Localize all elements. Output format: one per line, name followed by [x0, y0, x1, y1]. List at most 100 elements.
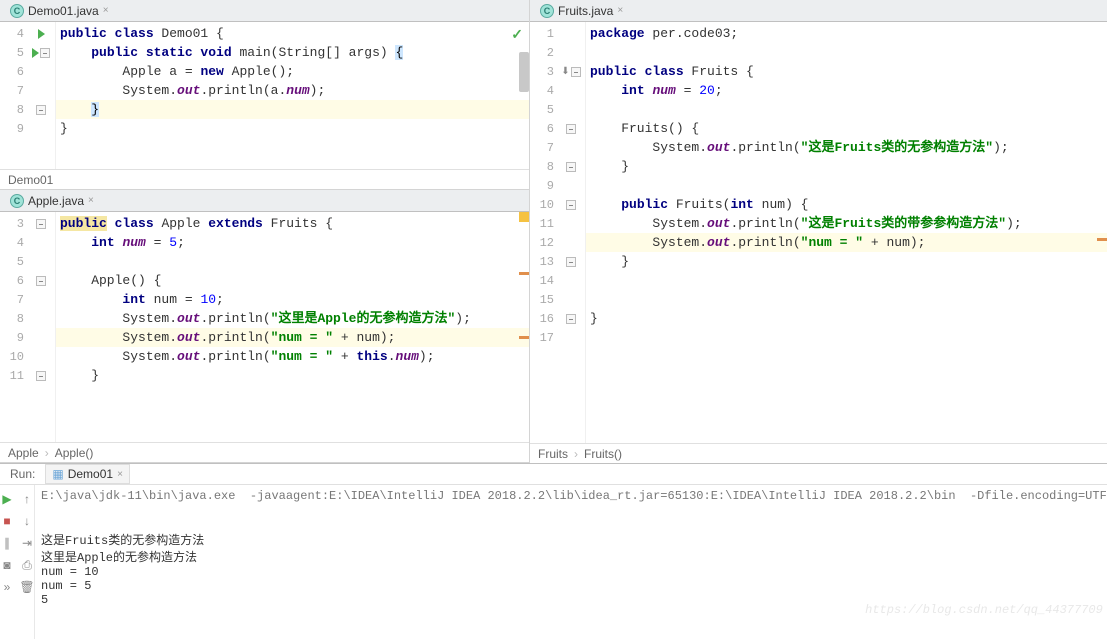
- code-line[interactable]: System.out.println(a.num);: [56, 81, 529, 100]
- override-icon[interactable]: ⬇: [561, 66, 569, 77]
- code-line[interactable]: int num = 20;: [586, 81, 1107, 100]
- line-number[interactable]: 15: [530, 293, 558, 307]
- tab-demo01[interactable]: C Demo01.java ×: [4, 2, 115, 20]
- code-line[interactable]: System.out.println("num = " + num);: [56, 328, 529, 347]
- code-line[interactable]: }: [586, 309, 1107, 328]
- tab-fruits[interactable]: C Fruits.java ×: [534, 2, 629, 20]
- gutter[interactable]: 123⬇4567891011121314151617: [530, 22, 586, 443]
- breadcrumb-item[interactable]: Apple(): [55, 446, 94, 460]
- breadcrumb[interactable]: Demo01: [0, 169, 529, 189]
- breadcrumb-item[interactable]: Fruits(): [584, 447, 622, 461]
- fold-icon[interactable]: [566, 124, 576, 134]
- code-line[interactable]: public Fruits(int num) {: [586, 195, 1107, 214]
- close-icon[interactable]: ×: [117, 469, 123, 480]
- line-number[interactable]: 17: [530, 331, 558, 345]
- line-number[interactable]: 12: [530, 236, 558, 250]
- code-view[interactable]: 456789 public class Demo01 { public stat…: [0, 22, 529, 169]
- line-number[interactable]: 5: [0, 255, 28, 269]
- line-number[interactable]: 10: [0, 350, 28, 364]
- code-line[interactable]: [586, 43, 1107, 62]
- code-line[interactable]: }: [56, 366, 529, 385]
- close-icon[interactable]: ×: [103, 5, 109, 16]
- line-number[interactable]: 9: [530, 179, 558, 193]
- breadcrumb[interactable]: Fruits › Fruits(): [530, 443, 1107, 463]
- fold-icon[interactable]: [36, 219, 46, 229]
- code-view[interactable]: 34567891011 public class Apple extends F…: [0, 212, 529, 442]
- code-area[interactable]: public class Apple extends Fruits { int …: [56, 212, 529, 442]
- code-view[interactable]: 123⬇4567891011121314151617 package per.c…: [530, 22, 1107, 443]
- code-line[interactable]: public class Fruits {: [586, 62, 1107, 81]
- line-number[interactable]: 4: [0, 27, 28, 41]
- line-number[interactable]: 9: [0, 331, 28, 345]
- code-line[interactable]: System.out.println("这里是Apple的无参构造方法");: [56, 309, 529, 328]
- line-number[interactable]: 13: [530, 255, 558, 269]
- line-number[interactable]: 5: [530, 103, 558, 117]
- console-output[interactable]: E:\java\jdk-11\bin\java.exe -javaagent:E…: [35, 485, 1107, 639]
- code-line[interactable]: }: [56, 100, 529, 119]
- code-line[interactable]: public static void main(String[] args) {: [56, 43, 529, 62]
- code-line[interactable]: [586, 100, 1107, 119]
- code-line[interactable]: Apple a = new Apple();: [56, 62, 529, 81]
- line-number[interactable]: 4: [530, 84, 558, 98]
- line-number[interactable]: 10: [530, 198, 558, 212]
- close-icon[interactable]: ×: [88, 195, 94, 206]
- run-config-tab[interactable]: ▦ Demo01 ×: [45, 464, 130, 484]
- error-stripe-mark[interactable]: [1097, 238, 1107, 241]
- code-line[interactable]: [586, 290, 1107, 309]
- code-line[interactable]: int num = 10;: [56, 290, 529, 309]
- tab-apple[interactable]: C Apple.java ×: [4, 192, 100, 210]
- code-line[interactable]: Apple() {: [56, 271, 529, 290]
- export-icon[interactable]: ⇥: [20, 536, 34, 550]
- gutter[interactable]: 456789: [0, 22, 56, 169]
- run-gutter-icon[interactable]: [32, 48, 39, 58]
- pause-icon[interactable]: ∥: [0, 536, 14, 550]
- line-number[interactable]: 11: [0, 369, 28, 383]
- code-line[interactable]: [56, 252, 529, 271]
- line-number[interactable]: 8: [530, 160, 558, 174]
- code-line[interactable]: System.out.println("这是Fruits类的带参参构造方法");: [586, 214, 1107, 233]
- fold-icon[interactable]: [566, 162, 576, 172]
- code-line[interactable]: }: [56, 119, 529, 138]
- fold-icon[interactable]: [566, 257, 576, 267]
- fold-icon[interactable]: [571, 67, 581, 77]
- code-line[interactable]: public class Demo01 {: [56, 24, 529, 43]
- stop-icon[interactable]: ■: [0, 514, 14, 528]
- line-number[interactable]: 5: [0, 46, 28, 60]
- line-number[interactable]: 6: [0, 274, 28, 288]
- trash-icon[interactable]: 🗑: [20, 580, 34, 594]
- fold-icon[interactable]: [36, 371, 46, 381]
- line-number[interactable]: 1: [530, 27, 558, 41]
- breadcrumb-item[interactable]: Demo01: [8, 173, 53, 187]
- breadcrumb-item[interactable]: Apple: [8, 446, 39, 460]
- line-number[interactable]: 8: [0, 312, 28, 326]
- line-number[interactable]: 7: [530, 141, 558, 155]
- rerun-icon[interactable]: ▶: [0, 492, 14, 506]
- fold-icon[interactable]: [566, 200, 576, 210]
- line-number[interactable]: 7: [0, 84, 28, 98]
- line-number[interactable]: 14: [530, 274, 558, 288]
- line-number[interactable]: 8: [0, 103, 28, 117]
- code-line[interactable]: [586, 328, 1107, 347]
- expand-icon[interactable]: »: [0, 580, 14, 594]
- fold-icon[interactable]: [36, 105, 46, 115]
- code-line[interactable]: System.out.println("num = " + this.num);: [56, 347, 529, 366]
- print-icon[interactable]: ⎙: [20, 558, 34, 572]
- error-stripe-mark[interactable]: [519, 272, 529, 275]
- code-line[interactable]: Fruits() {: [586, 119, 1107, 138]
- code-line[interactable]: }: [586, 252, 1107, 271]
- error-stripe-mark[interactable]: [519, 336, 529, 339]
- code-area[interactable]: package per.code03; public class Fruits {…: [586, 22, 1107, 443]
- close-icon[interactable]: ×: [617, 5, 623, 16]
- scrollbar[interactable]: [517, 22, 529, 169]
- line-number[interactable]: 3: [0, 217, 28, 231]
- code-line[interactable]: package per.code03;: [586, 24, 1107, 43]
- fold-icon[interactable]: [36, 276, 46, 286]
- gutter[interactable]: 34567891011: [0, 212, 56, 442]
- breadcrumb[interactable]: Apple › Apple(): [0, 442, 529, 462]
- fold-icon[interactable]: [566, 314, 576, 324]
- code-area[interactable]: public class Demo01 { public static void…: [56, 22, 529, 169]
- code-line[interactable]: System.out.println("num = " + num);: [586, 233, 1107, 252]
- code-line[interactable]: int num = 5;: [56, 233, 529, 252]
- up-icon[interactable]: ↑: [20, 492, 34, 506]
- line-number[interactable]: 11: [530, 217, 558, 231]
